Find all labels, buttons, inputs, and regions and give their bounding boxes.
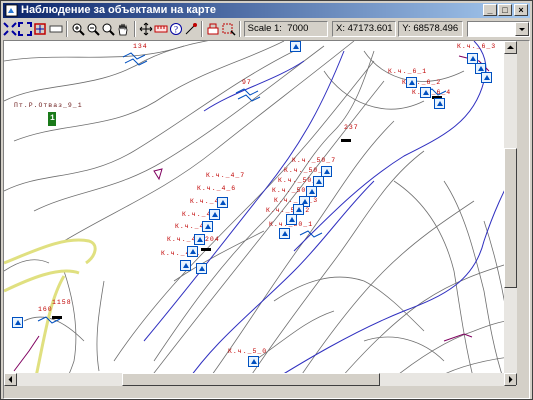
measure-icon	[154, 25, 168, 33]
object-marker[interactable]	[290, 41, 301, 52]
toolbar-separator	[238, 21, 241, 37]
x-coordinate-field: X: 47173.601	[332, 21, 396, 37]
zoom-out-icon	[87, 23, 100, 36]
map-label: Пт.Р.Отваз_9_1	[14, 102, 83, 109]
zoom-window-icon	[49, 25, 63, 33]
select-icon	[222, 23, 236, 36]
svg-text:?: ?	[174, 25, 178, 35]
arrow-up-icon	[507, 45, 514, 49]
object-marker[interactable]	[286, 214, 297, 225]
vertical-scrollbar[interactable]	[504, 41, 517, 386]
pan-hand-button[interactable]	[116, 21, 130, 37]
map-label: К.ч._4_6	[197, 185, 237, 192]
map-label: 97	[242, 79, 252, 86]
app-icon	[5, 4, 18, 17]
select-button[interactable]	[221, 21, 236, 37]
toolbar-separator	[201, 21, 204, 37]
object-marker[interactable]	[194, 234, 205, 245]
maximize-button[interactable]: □	[498, 4, 512, 16]
zoom-extent-icon	[3, 22, 17, 36]
info-icon: ?	[169, 23, 182, 35]
map-label: 204	[205, 236, 220, 243]
map-label: 1158	[52, 299, 72, 306]
zoom-full-button[interactable]	[18, 21, 33, 37]
zoom-in-button[interactable]	[71, 21, 85, 37]
x-value: 47173.601	[347, 23, 393, 34]
layers-icon	[207, 23, 219, 35]
y-label: Y:	[402, 23, 411, 34]
map-label: К.ч._6_1	[388, 68, 428, 75]
map-label: К.ч._50_3	[274, 197, 319, 204]
y-value: 68578.496	[413, 23, 459, 34]
zoom-region-button[interactable]	[33, 21, 47, 37]
object-icon	[185, 23, 198, 35]
zoom-window-button[interactable]	[49, 21, 63, 37]
horizontal-scroll-thumb[interactable]	[122, 373, 380, 386]
object-marker[interactable]	[434, 98, 445, 109]
object-marker[interactable]	[12, 317, 23, 328]
object-marker[interactable]	[279, 228, 290, 239]
window-title: Наблюдение за объектами на карте	[21, 4, 216, 16]
scale-label: Scale 1:	[247, 23, 282, 34]
scroll-left-button[interactable]	[4, 373, 17, 386]
object-marker[interactable]	[248, 356, 259, 367]
object-marker[interactable]	[209, 209, 220, 220]
map-label: 134	[133, 43, 148, 50]
object-button[interactable]	[184, 21, 198, 37]
arrow-left-icon	[8, 376, 12, 383]
toolbar-separator	[65, 21, 68, 37]
zoom-extent-button[interactable]	[3, 21, 17, 37]
scale-value: 7000	[287, 23, 309, 34]
map-label: К.ч._4_7	[206, 172, 246, 179]
map-label: 237	[344, 124, 359, 131]
map-area: 134 97 Пт.Р.Отваз_9_1 1 К.ч._6_3 К.ч._6_…	[3, 40, 530, 399]
zoom-in-icon	[72, 23, 85, 36]
zoom-full-icon	[18, 22, 33, 36]
object-marker[interactable]	[406, 77, 417, 88]
scale-field[interactable]: Scale 1: 7000	[243, 21, 328, 37]
info-button[interactable]: ?	[169, 21, 183, 37]
object-marker[interactable]	[217, 197, 228, 208]
pan-hand-icon	[118, 23, 128, 36]
scroll-up-button[interactable]	[504, 41, 517, 54]
map-window: Наблюдение за объектами на карте _ □ × ?…	[0, 0, 533, 400]
arrow-right-icon	[509, 376, 513, 383]
object-marker[interactable]	[180, 260, 191, 271]
chevron-down-icon[interactable]	[514, 22, 529, 36]
zoom-actual-icon	[102, 23, 115, 36]
vertical-scroll-thumb[interactable]	[504, 148, 517, 288]
horizontal-scrollbar[interactable]	[4, 373, 517, 386]
map-label: К.ч._5_0	[228, 348, 268, 355]
move-icon	[139, 22, 152, 36]
object-marker[interactable]	[187, 246, 198, 257]
zoom-region-icon	[34, 23, 47, 35]
map-label: К.ч._6_4	[412, 89, 452, 96]
minimize-button[interactable]: _	[483, 4, 497, 16]
map-label: 1	[50, 114, 56, 123]
scrollbar-corner	[516, 385, 529, 398]
map-canvas[interactable]: 134 97 Пт.Р.Отваз_9_1 1 К.ч._6_3 К.ч._6_…	[4, 41, 517, 386]
zoom-out-button[interactable]	[86, 21, 100, 37]
layer-select[interactable]	[466, 21, 530, 37]
title-bar: Наблюдение за объектами на карте _ □ ×	[3, 3, 530, 18]
map-label: К.ч._50_7	[292, 157, 337, 164]
object-marker[interactable]	[420, 87, 431, 98]
map-label: К.ч._6_3	[457, 43, 497, 50]
layers-button[interactable]	[206, 21, 220, 37]
move-button[interactable]	[139, 21, 153, 37]
zoom-actual-button[interactable]	[101, 21, 115, 37]
map-label: 160	[38, 306, 53, 313]
object-marker[interactable]	[196, 263, 207, 274]
object-marker[interactable]	[202, 221, 213, 232]
object-marker[interactable]	[481, 72, 492, 83]
toolbar: ? Scale 1: 7000 X: 47173.601 Y: 68578.49…	[3, 19, 530, 39]
measure-button[interactable]	[154, 21, 168, 37]
toolbar-separator	[133, 21, 136, 37]
close-button[interactable]: ×	[514, 4, 528, 16]
y-coordinate-field: Y: 68578.496	[398, 21, 463, 37]
x-label: X:	[336, 23, 345, 34]
